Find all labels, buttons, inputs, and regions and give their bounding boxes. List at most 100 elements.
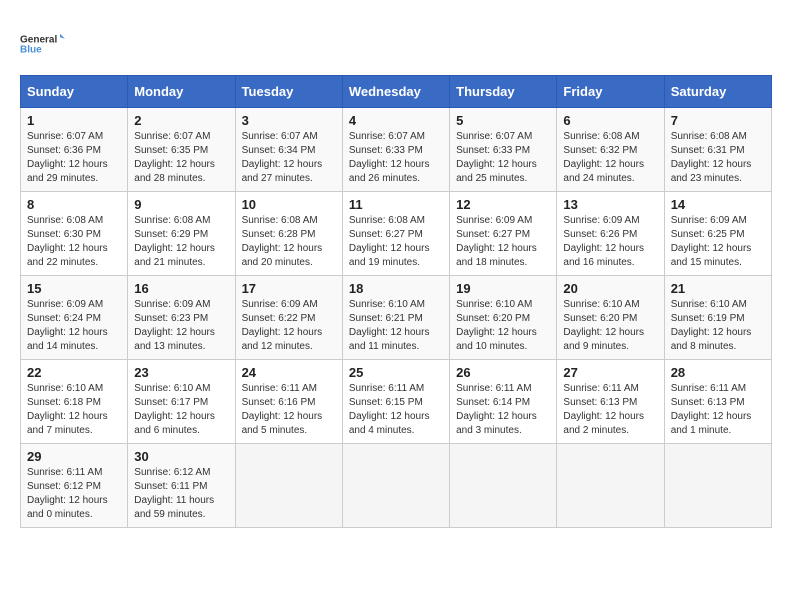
- calendar-cell: 24Sunrise: 6:11 AMSunset: 6:16 PMDayligh…: [235, 360, 342, 444]
- day-number: 5: [456, 113, 550, 128]
- day-info: Sunrise: 6:10 AMSunset: 6:19 PMDaylight:…: [671, 298, 765, 354]
- calendar-cell: 16 Sunrise: 6:09 AMSunset: 6:23 PMDayligh…: [128, 276, 235, 360]
- day-info: Sunrise: 6:08 AMSunset: 6:27 PMDaylight:…: [349, 214, 443, 270]
- day-info: Sunrise: 6:09 AMSunset: 6:22 PMDaylight:…: [242, 298, 336, 354]
- day-info: Sunrise: 6:09 AMSunset: 6:23 PMDaylight:…: [134, 298, 228, 354]
- calendar-cell: 7 Sunrise: 6:08 AMSunset: 6:31 PMDaylight…: [664, 108, 771, 192]
- day-number: 28: [671, 365, 765, 380]
- day-number: 15: [27, 281, 121, 296]
- day-info: Sunrise: 6:10 AMSunset: 6:17 PMDaylight:…: [134, 382, 228, 438]
- calendar-cell: 22 Sunrise: 6:10 AMSunset: 6:18 PMDayligh…: [21, 360, 128, 444]
- day-info: Sunrise: 6:11 AMSunset: 6:15 PMDaylight:…: [349, 382, 443, 438]
- calendar-week-3: 15 Sunrise: 6:09 AMSunset: 6:24 PMDayligh…: [21, 276, 772, 360]
- day-number: 26: [456, 365, 550, 380]
- day-number: 7: [671, 113, 765, 128]
- day-info: Sunrise: 6:08 AMSunset: 6:29 PMDaylight:…: [134, 214, 228, 270]
- day-info: Sunrise: 6:09 AMSunset: 6:25 PMDaylight:…: [671, 214, 765, 270]
- day-number: 17: [242, 281, 336, 296]
- calendar-week-2: 8 Sunrise: 6:08 AMSunset: 6:30 PMDaylight…: [21, 192, 772, 276]
- day-number: 12: [456, 197, 550, 212]
- calendar-cell: 11 Sunrise: 6:08 AMSunset: 6:27 PMDayligh…: [342, 192, 449, 276]
- day-info: Sunrise: 6:11 AMSunset: 6:12 PMDaylight:…: [27, 466, 121, 522]
- day-header-tuesday: Tuesday: [235, 76, 342, 108]
- day-info: Sunrise: 6:07 AMSunset: 6:33 PMDaylight:…: [349, 130, 443, 186]
- day-number: 10: [242, 197, 336, 212]
- calendar-body: 1 Sunrise: 6:07 AMSunset: 6:36 PMDaylight…: [21, 108, 772, 528]
- day-number: 4: [349, 113, 443, 128]
- calendar-cell: 30 Sunrise: 6:12 AMSunset: 6:11 PMDayligh…: [128, 444, 235, 528]
- calendar-header-row: SundayMondayTuesdayWednesdayThursdayFrid…: [21, 76, 772, 108]
- calendar-week-4: 22 Sunrise: 6:10 AMSunset: 6:18 PMDayligh…: [21, 360, 772, 444]
- day-info: Sunrise: 6:12 AMSunset: 6:11 PMDaylight:…: [134, 466, 228, 522]
- day-number: 11: [349, 197, 443, 212]
- svg-text:General: General: [20, 34, 57, 45]
- day-number: 19: [456, 281, 550, 296]
- calendar-cell: 21 Sunrise: 6:10 AMSunset: 6:19 PMDayligh…: [664, 276, 771, 360]
- day-number: 13: [563, 197, 657, 212]
- day-number: 20: [563, 281, 657, 296]
- day-info: Sunrise: 6:10 AMSunset: 6:20 PMDaylight:…: [456, 298, 550, 354]
- day-info: Sunrise: 6:10 AMSunset: 6:21 PMDaylight:…: [349, 298, 443, 354]
- day-info: Sunrise: 6:08 AMSunset: 6:30 PMDaylight:…: [27, 214, 121, 270]
- day-header-friday: Friday: [557, 76, 664, 108]
- day-number: 23: [134, 365, 228, 380]
- calendar-cell: 17 Sunrise: 6:09 AMSunset: 6:22 PMDayligh…: [235, 276, 342, 360]
- day-info: Sunrise: 6:08 AMSunset: 6:31 PMDaylight:…: [671, 130, 765, 186]
- calendar-table: SundayMondayTuesdayWednesdayThursdayFrid…: [20, 75, 772, 528]
- day-number: 27: [563, 365, 657, 380]
- day-info: Sunrise: 6:11 AMSunset: 6:13 PMDaylight:…: [563, 382, 657, 438]
- day-number: 2: [134, 113, 228, 128]
- logo-svg: General Blue: [20, 20, 65, 65]
- day-number: 30: [134, 449, 228, 464]
- svg-text:Blue: Blue: [20, 44, 42, 55]
- day-info: Sunrise: 6:09 AMSunset: 6:27 PMDaylight:…: [456, 214, 550, 270]
- calendar-cell: [235, 444, 342, 528]
- day-info: Sunrise: 6:07 AMSunset: 6:33 PMDaylight:…: [456, 130, 550, 186]
- day-number: 21: [671, 281, 765, 296]
- day-info: Sunrise: 6:09 AMSunset: 6:24 PMDaylight:…: [27, 298, 121, 354]
- day-number: 24: [242, 365, 336, 380]
- day-number: 25: [349, 365, 443, 380]
- day-info: Sunrise: 6:10 AMSunset: 6:18 PMDaylight:…: [27, 382, 121, 438]
- day-header-thursday: Thursday: [450, 76, 557, 108]
- day-info: Sunrise: 6:09 AMSunset: 6:26 PMDaylight:…: [563, 214, 657, 270]
- calendar-cell: 27 Sunrise: 6:11 AMSunset: 6:13 PMDayligh…: [557, 360, 664, 444]
- calendar-cell: 12 Sunrise: 6:09 AMSunset: 6:27 PMDayligh…: [450, 192, 557, 276]
- calendar-week-1: 1 Sunrise: 6:07 AMSunset: 6:36 PMDaylight…: [21, 108, 772, 192]
- calendar-cell: 2 Sunrise: 6:07 AMSunset: 6:35 PMDaylight…: [128, 108, 235, 192]
- day-info: Sunrise: 6:11 AMSunset: 6:14 PMDaylight:…: [456, 382, 550, 438]
- calendar-cell: 4 Sunrise: 6:07 AMSunset: 6:33 PMDaylight…: [342, 108, 449, 192]
- calendar-cell: [557, 444, 664, 528]
- calendar-cell: 28 Sunrise: 6:11 AMSunset: 6:13 PMDayligh…: [664, 360, 771, 444]
- calendar-cell: 3 Sunrise: 6:07 AMSunset: 6:34 PMDaylight…: [235, 108, 342, 192]
- calendar-cell: 25 Sunrise: 6:11 AMSunset: 6:15 PMDayligh…: [342, 360, 449, 444]
- day-info: Sunrise: 6:08 AMSunset: 6:28 PMDaylight:…: [242, 214, 336, 270]
- page-header: General Blue: [20, 20, 772, 65]
- calendar-cell: 26 Sunrise: 6:11 AMSunset: 6:14 PMDayligh…: [450, 360, 557, 444]
- day-info: Sunrise: 6:07 AMSunset: 6:34 PMDaylight:…: [242, 130, 336, 186]
- day-header-sunday: Sunday: [21, 76, 128, 108]
- day-number: 1: [27, 113, 121, 128]
- day-header-saturday: Saturday: [664, 76, 771, 108]
- calendar-cell: 29 Sunrise: 6:11 AMSunset: 6:12 PMDayligh…: [21, 444, 128, 528]
- day-number: 6: [563, 113, 657, 128]
- calendar-cell: 10 Sunrise: 6:08 AMSunset: 6:28 PMDayligh…: [235, 192, 342, 276]
- day-info: Sunrise: 6:07 AMSunset: 6:36 PMDaylight:…: [27, 130, 121, 186]
- calendar-cell: [450, 444, 557, 528]
- calendar-week-5: 29 Sunrise: 6:11 AMSunset: 6:12 PMDayligh…: [21, 444, 772, 528]
- day-number: 9: [134, 197, 228, 212]
- calendar-cell: 8 Sunrise: 6:08 AMSunset: 6:30 PMDaylight…: [21, 192, 128, 276]
- day-info: Sunrise: 6:11 AMSunset: 6:13 PMDaylight:…: [671, 382, 765, 438]
- day-header-wednesday: Wednesday: [342, 76, 449, 108]
- calendar-cell: 18Sunrise: 6:10 AMSunset: 6:21 PMDayligh…: [342, 276, 449, 360]
- day-number: 8: [27, 197, 121, 212]
- day-info: Sunrise: 6:07 AMSunset: 6:35 PMDaylight:…: [134, 130, 228, 186]
- day-info: Sunrise: 6:08 AMSunset: 6:32 PMDaylight:…: [563, 130, 657, 186]
- day-number: 29: [27, 449, 121, 464]
- day-number: 22: [27, 365, 121, 380]
- calendar-cell: 9 Sunrise: 6:08 AMSunset: 6:29 PMDaylight…: [128, 192, 235, 276]
- calendar-cell: 6 Sunrise: 6:08 AMSunset: 6:32 PMDaylight…: [557, 108, 664, 192]
- calendar-cell: 1 Sunrise: 6:07 AMSunset: 6:36 PMDaylight…: [21, 108, 128, 192]
- day-number: 16: [134, 281, 228, 296]
- day-number: 3: [242, 113, 336, 128]
